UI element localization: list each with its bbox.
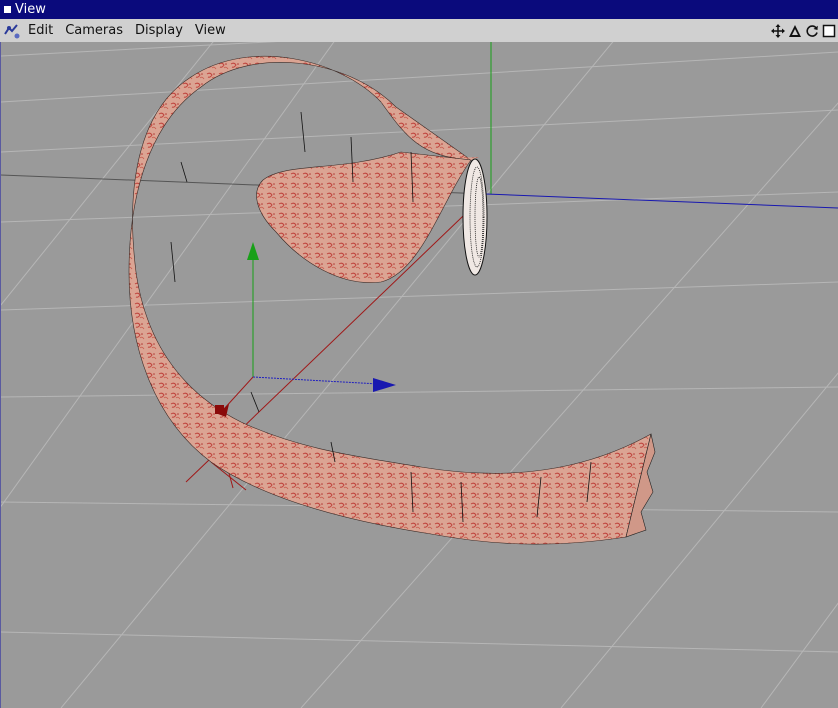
- menu-cameras[interactable]: Cameras: [59, 23, 129, 38]
- app-logo-icon: [2, 21, 22, 41]
- menu-display[interactable]: Display: [129, 23, 189, 38]
- menu-edit[interactable]: Edit: [22, 23, 59, 38]
- view-tools: [771, 19, 836, 42]
- refresh-icon[interactable]: [805, 24, 819, 38]
- move-icon[interactable]: [771, 23, 785, 38]
- bent-tube-object[interactable]: [125, 56, 656, 545]
- menu-view[interactable]: View: [189, 23, 232, 38]
- app-window: View Edit Cameras Display View: [0, 0, 838, 708]
- scene-canvas: [1, 42, 838, 708]
- window-title: View: [15, 2, 46, 17]
- rotate-icon[interactable]: [788, 24, 802, 38]
- title-bar: View: [0, 0, 838, 19]
- 3d-viewport[interactable]: [0, 42, 838, 708]
- window-menu-icon[interactable]: [4, 6, 11, 13]
- maximize-icon[interactable]: [822, 24, 836, 38]
- menu-bar: Edit Cameras Display View: [0, 19, 838, 43]
